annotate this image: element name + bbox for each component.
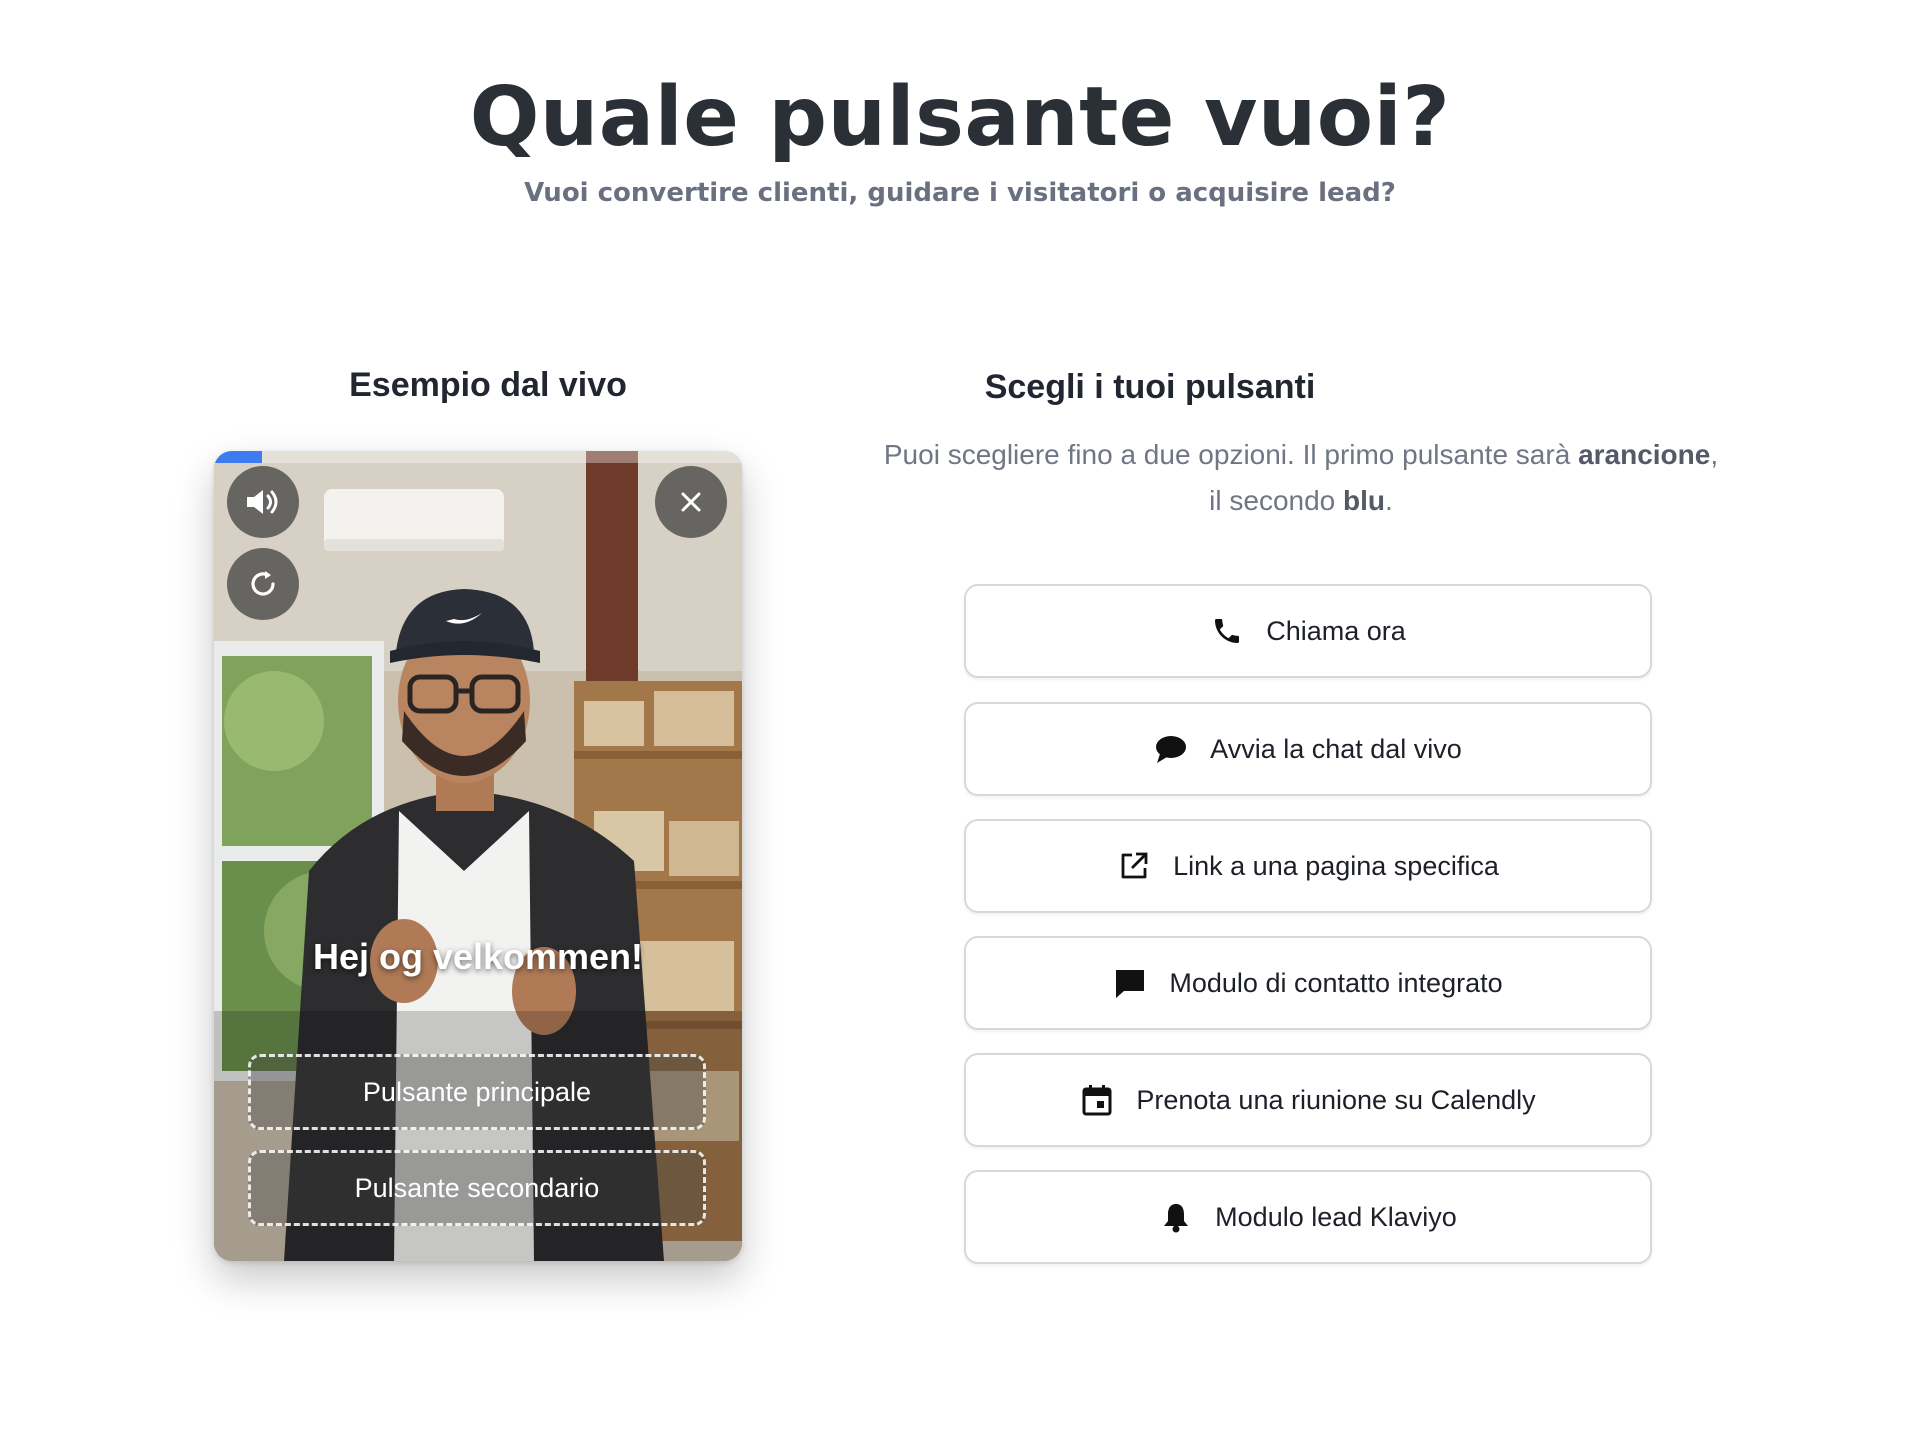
- replay-button[interactable]: [227, 548, 299, 620]
- option-link-page[interactable]: Link a una pagina specifica: [964, 819, 1652, 913]
- intro-text-2: ,: [1710, 439, 1719, 470]
- option-call-now[interactable]: Chiama ora: [964, 584, 1652, 678]
- sound-button[interactable]: [227, 466, 299, 538]
- option-klaviyo[interactable]: Modulo lead Klaviyo: [964, 1170, 1652, 1264]
- primary-button-label: Pulsante principale: [362, 1076, 592, 1107]
- close-icon: [679, 490, 703, 514]
- intro-orange-word: arancione: [1578, 439, 1711, 470]
- chat-bubble-icon: [1154, 732, 1188, 766]
- option-label: Modulo di contatto integrato: [1169, 967, 1503, 998]
- message-icon: [1113, 966, 1147, 1000]
- option-contact-form[interactable]: Modulo di contatto integrato: [964, 936, 1652, 1030]
- option-label: Chiama ora: [1266, 615, 1406, 646]
- secondary-button-label: Pulsante secondario: [354, 1172, 600, 1203]
- video-progress-fill: [214, 451, 262, 463]
- secondary-button-placeholder[interactable]: Pulsante secondario: [248, 1150, 706, 1226]
- video-caption: Hej og velkommen!: [312, 936, 644, 977]
- option-label: Avvia la chat dal vivo: [1210, 733, 1462, 764]
- option-label: Modulo lead Klaviyo: [1215, 1201, 1457, 1232]
- option-live-chat[interactable]: Avvia la chat dal vivo: [964, 702, 1652, 796]
- preview-heading: Esempio dal vivo: [349, 366, 627, 404]
- external-link-icon: [1117, 849, 1151, 883]
- replay-icon: [247, 568, 279, 600]
- intro-text-3: il secondo: [1209, 485, 1344, 516]
- video-progress-track: [214, 451, 742, 463]
- speaker-icon: [244, 487, 282, 517]
- options-heading: Scegli i tuoi pulsanti: [984, 368, 1316, 406]
- close-button[interactable]: [655, 466, 727, 538]
- option-label: Link a una pagina specifica: [1173, 850, 1499, 881]
- page-subtitle: Vuoi convertire clienti, guidare i visit…: [524, 178, 1396, 208]
- phone-icon: [1210, 614, 1244, 648]
- calendar-icon: [1080, 1083, 1114, 1117]
- primary-button-placeholder[interactable]: Pulsante principale: [248, 1054, 706, 1130]
- option-calendly[interactable]: Prenota una riunione su Calendly: [964, 1053, 1652, 1147]
- intro-text-1: Puoi scegliere fino a due opzioni. Il pr…: [883, 439, 1579, 470]
- bell-icon: [1159, 1200, 1193, 1234]
- page-title: Quale pulsante vuoi?: [469, 70, 1451, 165]
- intro-blue-word: blu: [1343, 485, 1386, 516]
- video-preview[interactable]: Hej og velkommen! Pulsante principale Pu…: [214, 451, 742, 1261]
- intro-text-4: .: [1385, 485, 1393, 516]
- option-label: Prenota una riunione su Calendly: [1136, 1084, 1536, 1115]
- options-intro: Puoi scegliere fino a due opzioni. Il pr…: [860, 432, 1742, 524]
